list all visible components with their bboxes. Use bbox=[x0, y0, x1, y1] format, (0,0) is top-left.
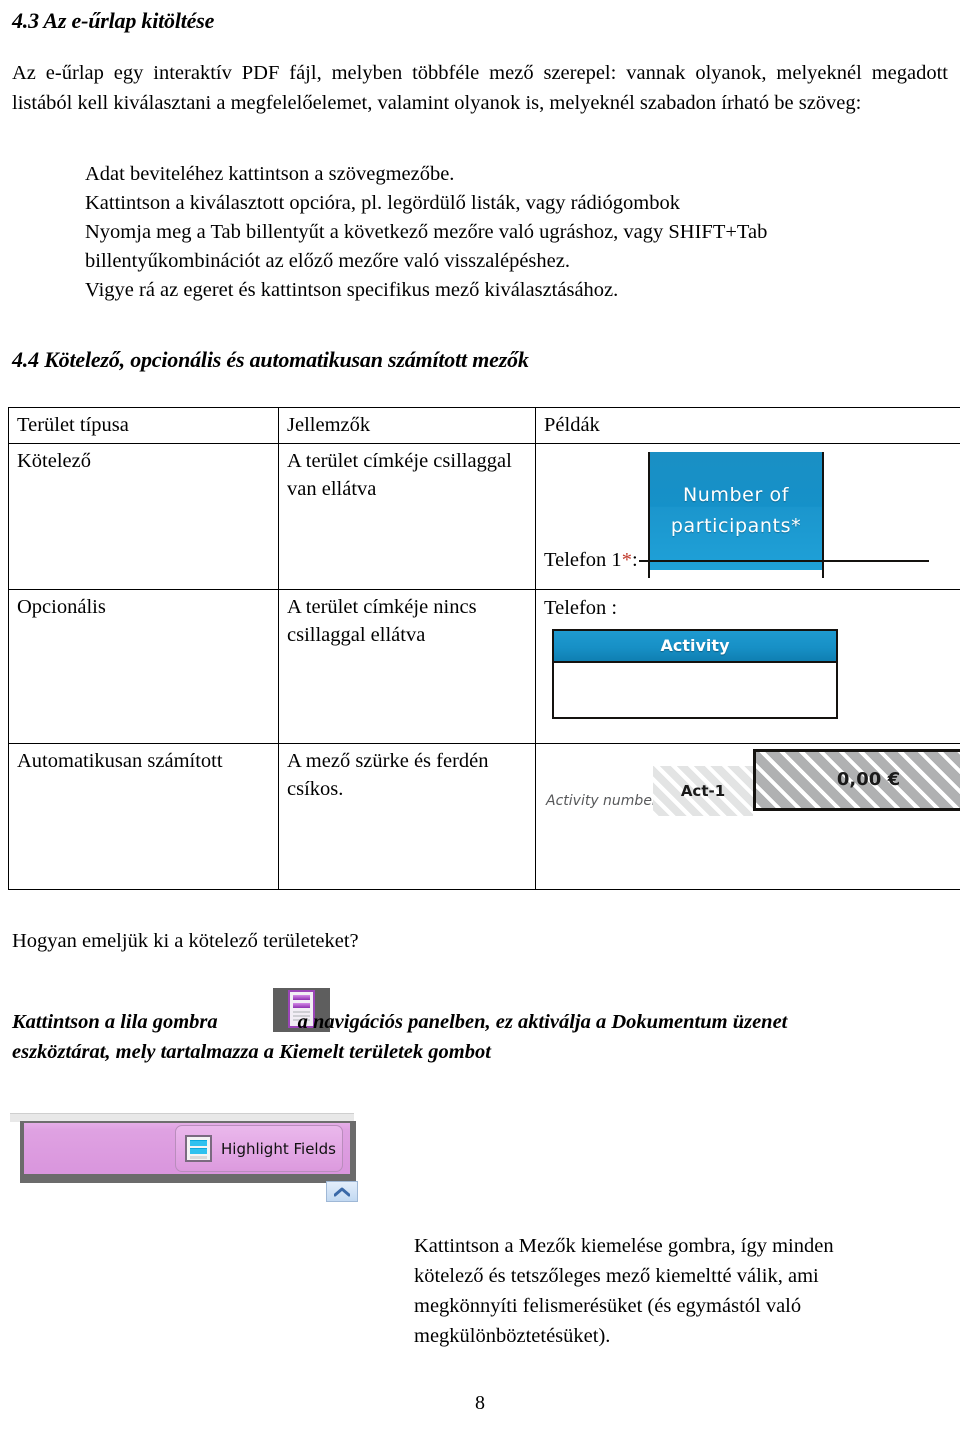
field-label-line-1: Number of bbox=[682, 484, 790, 506]
field-label-line-2: participants* bbox=[670, 515, 802, 537]
page-number: 8 bbox=[475, 1392, 485, 1414]
toolbar-left-frame bbox=[20, 1121, 24, 1174]
document-message-toolbar-screenshot: Highlight Fields bbox=[10, 1113, 372, 1202]
list-item: Kattintson a kiválasztott opcióra, pl. l… bbox=[85, 192, 680, 214]
toolbar-right-frame bbox=[350, 1121, 356, 1183]
highlight-fields-label: Highlight Fields bbox=[221, 1139, 336, 1158]
telefon-label: Telefon : bbox=[544, 597, 618, 619]
field-characteristics: A terület címkéje nincs csillaggal ellát… bbox=[287, 596, 477, 646]
chevron-up-icon bbox=[334, 1187, 350, 1196]
example-optional-field: Telefon : Activity bbox=[536, 590, 960, 743]
required-star-icon: * bbox=[621, 549, 632, 571]
highlight-fields-button[interactable]: Highlight Fields bbox=[175, 1125, 343, 1172]
icon-line bbox=[190, 1156, 207, 1159]
list-item: Vigye rá az egeret és kattintson specifi… bbox=[85, 279, 619, 301]
field-tick-right bbox=[822, 564, 824, 578]
list-item: Nyomja meg a Tab billentyűt a következő … bbox=[85, 221, 768, 272]
calculated-amount-field: 0,00 € bbox=[753, 749, 960, 811]
telefon1-label-row: Telefon 1*: bbox=[544, 546, 929, 574]
field-type-label: Automatikusan számított bbox=[17, 750, 223, 772]
highlight-fields-icon bbox=[185, 1135, 212, 1162]
activity-number-value-field: Act-1 bbox=[653, 766, 753, 816]
field-characteristics: A terület címkéje csillaggal van ellátva bbox=[287, 450, 512, 500]
table-header-cell: Jellemzők bbox=[287, 414, 371, 436]
toolbar-collapse-button[interactable] bbox=[326, 1181, 358, 1202]
document-page: 4.3 Az e-űrlap kitöltése Az e-űrlap egy … bbox=[0, 0, 960, 1447]
section-heading-4-3: 4.3 Az e-űrlap kitöltése bbox=[12, 8, 215, 33]
list-item: Adat beviteléhez kattintson a szövegmező… bbox=[85, 163, 455, 185]
intro-paragraph: Az e-űrlap egy interaktív PDF fájl, mely… bbox=[12, 62, 948, 114]
instruction-list: Adat beviteléhez kattintson a szövegmező… bbox=[85, 160, 885, 305]
closing-paragraph: Kattintson a Mezők kiemelése gombra, így… bbox=[414, 1235, 834, 1347]
table-header-cell: Terület típusa bbox=[17, 414, 129, 436]
telefon1-label: Telefon 1 bbox=[544, 549, 622, 571]
example-calculated-field: Activity number Act-1 0,00 € bbox=[536, 744, 960, 889]
table-header-row: Terület típusa Jellemzők Példák bbox=[8, 407, 960, 444]
activity-list-widget[interactable]: Activity bbox=[552, 629, 838, 719]
field-characteristics: A mező szürke és ferdén csíkos. bbox=[287, 750, 489, 800]
section-heading-4-4: 4.4 Kötelező, opcionális és automatikusa… bbox=[12, 347, 529, 372]
toolbar-bottom-frame bbox=[20, 1174, 354, 1183]
table-row: Automatikusan számított A mező szürke és… bbox=[8, 743, 960, 890]
icon-bar bbox=[293, 995, 310, 1000]
icon-bar bbox=[190, 1148, 207, 1154]
field-tick-left bbox=[648, 564, 650, 578]
highlight-question: Hogyan emeljük ki a kötelező területeket… bbox=[12, 930, 359, 952]
instruction-part-2: a navigációs panelben, ez aktiválja a Do… bbox=[297, 1011, 788, 1033]
instruction-part-1: Kattintson a lila gombra bbox=[12, 1011, 218, 1033]
activity-widget-header: Activity bbox=[554, 631, 836, 663]
field-types-table: Terület típusa Jellemzők Példák Kötelező… bbox=[8, 407, 960, 890]
purple-button-instruction: Kattintson a lila gombra a navigációs pan… bbox=[12, 1007, 948, 1067]
example-required-field: Number of participants* Telefon 1*: bbox=[536, 444, 960, 589]
table-row: Kötelező A terület címkéje csillaggal va… bbox=[8, 443, 960, 590]
table-row: Opcionális A terület címkéje nincs csill… bbox=[8, 589, 960, 744]
telefon1-colon: : bbox=[631, 549, 638, 571]
activity-number-label: Activity number bbox=[546, 793, 658, 809]
telefon1-input-underline[interactable] bbox=[638, 560, 929, 562]
icon-bar bbox=[190, 1140, 207, 1146]
instruction-line-2: eszköztárat, mely tartalmazza a Kiemelt … bbox=[12, 1041, 491, 1063]
field-type-label: Opcionális bbox=[17, 596, 106, 618]
table-header-cell: Példák bbox=[544, 414, 600, 436]
field-type-label: Kötelező bbox=[17, 450, 91, 472]
